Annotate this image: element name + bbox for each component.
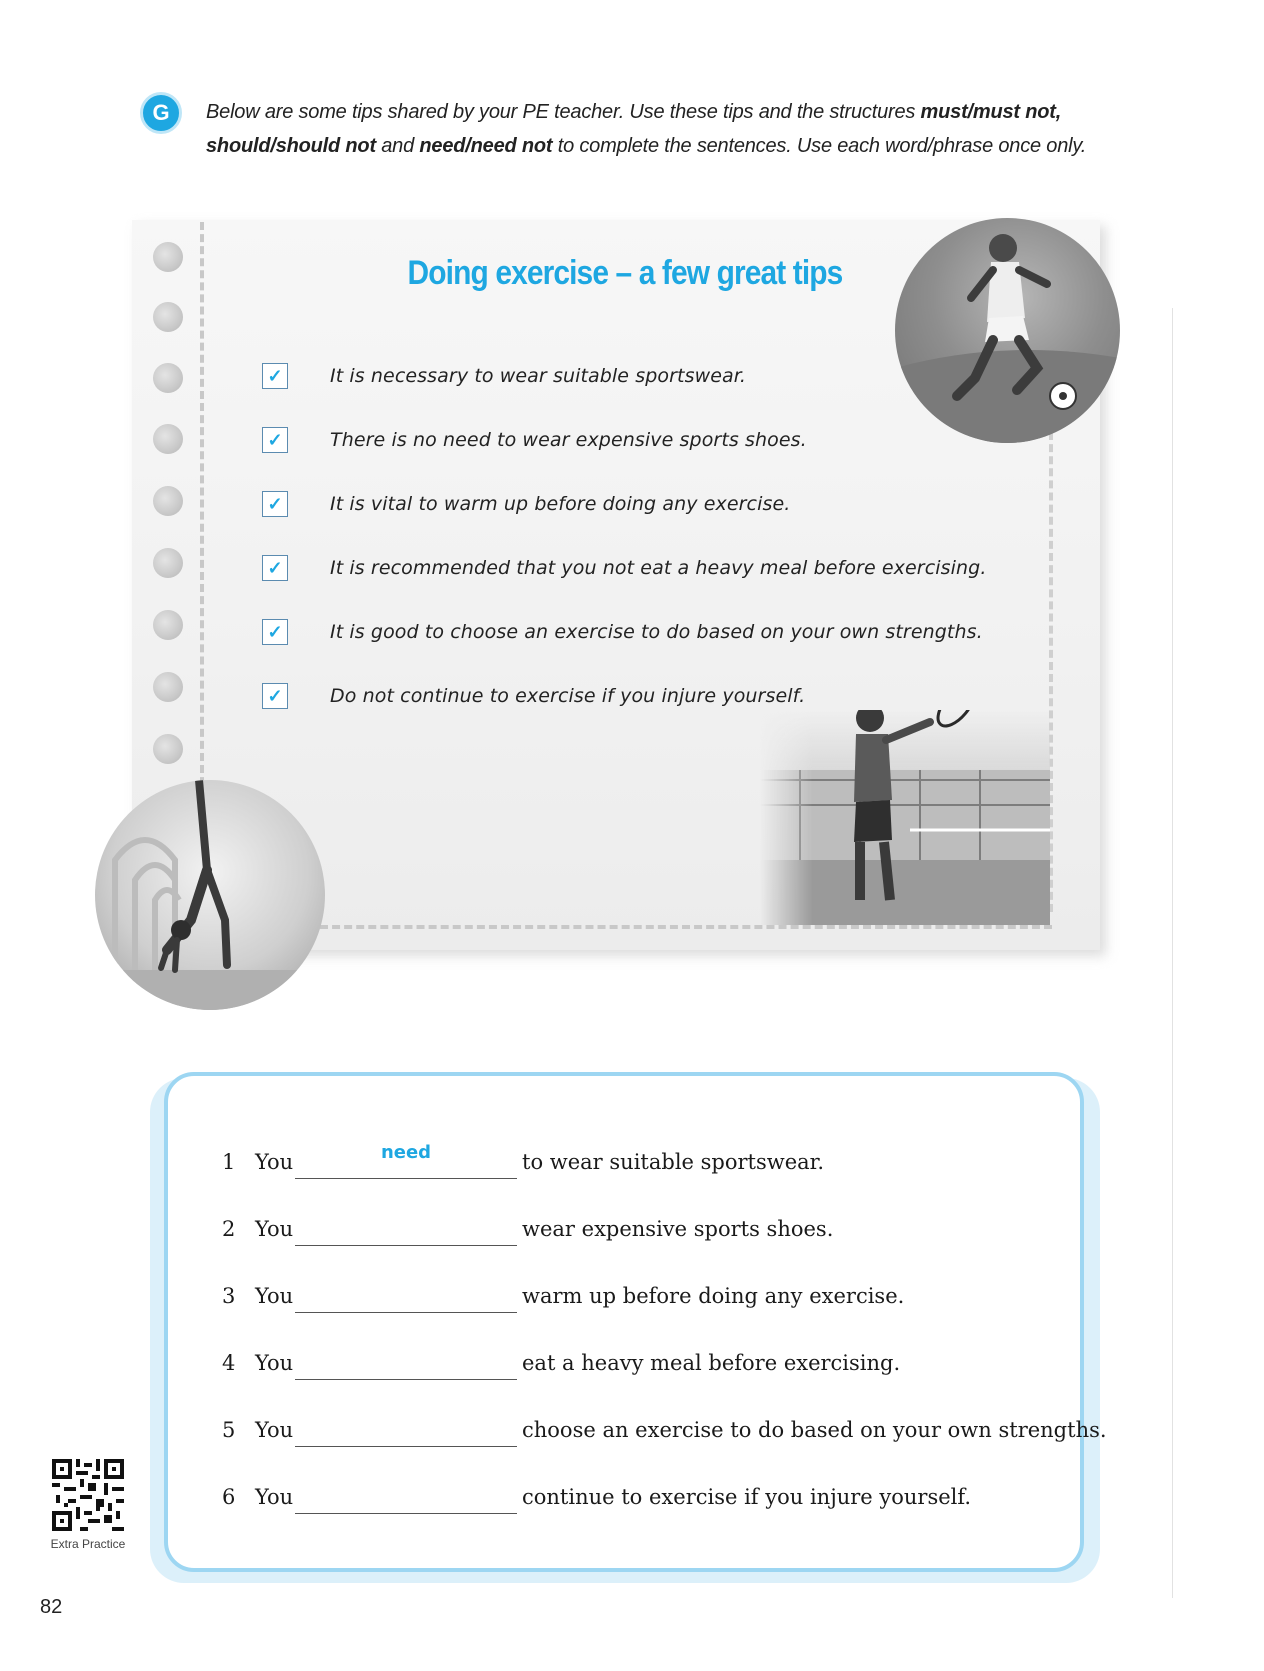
- binder-hole: [153, 424, 183, 454]
- binder-hole: [153, 734, 183, 764]
- sentence-number: 4: [222, 1351, 236, 1375]
- instruction-part: Below are some tips shared by your PE te…: [206, 101, 921, 123]
- sentence-number: 1: [222, 1150, 236, 1174]
- exercise-letter-badge: G: [140, 92, 182, 134]
- sentence-text: warm up before doing any exercise.: [522, 1284, 905, 1308]
- qr-code-icon[interactable]: [52, 1459, 124, 1531]
- qr-code-label: Extra Practice: [50, 1537, 126, 1551]
- sentence-item: 3 You warm up before doing any exercise.: [222, 1276, 1062, 1316]
- sentence-text: wear expensive sports shoes.: [522, 1217, 834, 1241]
- binder-hole: [153, 486, 183, 516]
- tip-text: It is vital to warm up before doing any …: [330, 493, 791, 515]
- tip-text: There is no need to wear expensive sport…: [330, 429, 807, 451]
- sentence-item: 5 You choose an exercise to do based on …: [222, 1410, 1107, 1450]
- answer-blank-line: [295, 1312, 517, 1313]
- sentence-number: 5: [222, 1418, 236, 1442]
- binder-hole: [153, 363, 183, 393]
- sentence-subject: You: [255, 1150, 294, 1174]
- sentence-number: 6: [222, 1485, 236, 1509]
- binder-hole: [153, 302, 183, 332]
- side-rule: [1172, 308, 1173, 1598]
- answer-blank-line: [295, 1379, 517, 1380]
- instruction-part: to complete the sentences. Use each word…: [552, 135, 1087, 157]
- card-bottom-border: [320, 925, 1052, 929]
- sentence-item: 6 You continue to exercise if you injure…: [222, 1477, 1062, 1517]
- sentence-subject: You: [255, 1217, 294, 1241]
- instruction-part: and: [375, 135, 420, 157]
- tip-text: Do not continue to exercise if you injur…: [330, 685, 806, 707]
- answer-blank-line: [295, 1513, 517, 1514]
- sentence-subject: You: [255, 1284, 294, 1308]
- sentence-subject: You: [255, 1485, 294, 1509]
- sentence-item: 1 You need to wear suitable sportswear.: [222, 1142, 1062, 1182]
- instructions-text: Below are some tips shared by your PE te…: [206, 95, 1126, 163]
- tip-item: ✓ It is recommended that you not eat a h…: [262, 554, 986, 582]
- binder-hole: [153, 242, 183, 272]
- binder-hole: [153, 548, 183, 578]
- checkbox-checked-icon: ✓: [262, 427, 288, 453]
- sentence-text: continue to exercise if you injure yours…: [522, 1485, 972, 1509]
- sentence-text: choose an exercise to do based on your o…: [522, 1418, 1107, 1442]
- instruction-keyword: need/need not: [419, 135, 553, 157]
- tennis-player-photo: [760, 710, 1050, 925]
- soccer-player-photo: [895, 218, 1120, 443]
- card-title: Doing exercise – a few great tips: [407, 254, 844, 292]
- sentence-number: 2: [222, 1217, 236, 1241]
- answer-blank-line: [295, 1245, 517, 1246]
- checkbox-checked-icon: ✓: [262, 619, 288, 645]
- sentence-text: eat a heavy meal before exercising.: [522, 1351, 901, 1375]
- instruction-keyword: should/should not: [206, 135, 376, 157]
- sentence-subject: You: [255, 1351, 294, 1375]
- tip-item: ✓ It is vital to warm up before doing an…: [262, 490, 790, 518]
- sentence-number: 3: [222, 1284, 236, 1308]
- tip-item: ✓ There is no need to wear expensive spo…: [262, 426, 807, 454]
- answer-blank-line: [295, 1446, 517, 1447]
- checkbox-checked-icon: ✓: [262, 363, 288, 389]
- checkbox-checked-icon: ✓: [262, 555, 288, 581]
- yoga-pose-photo: [95, 780, 325, 1010]
- page-number: 82: [40, 1596, 63, 1618]
- answer-blank-filled[interactable]: need: [295, 1142, 517, 1163]
- tip-text: It is good to choose an exercise to do b…: [330, 621, 983, 643]
- tip-text: It is recommended that you not eat a hea…: [330, 557, 987, 579]
- tip-item: ✓ Do not continue to exercise if you inj…: [262, 682, 805, 710]
- sentence-text: to wear suitable sportswear.: [522, 1150, 825, 1174]
- binder-hole: [153, 672, 183, 702]
- tip-item: ✓ It is good to choose an exercise to do…: [262, 618, 983, 646]
- binder-hole: [153, 610, 183, 640]
- sentence-item: 2 You wear expensive sports shoes.: [222, 1209, 1062, 1249]
- checkbox-checked-icon: ✓: [262, 683, 288, 709]
- sentence-item: 4 You eat a heavy meal before exercising…: [222, 1343, 1062, 1383]
- sentence-subject: You: [255, 1418, 294, 1442]
- instruction-keyword: must/must not,: [920, 101, 1062, 123]
- answer-blank-line: [295, 1178, 517, 1179]
- checkbox-checked-icon: ✓: [262, 491, 288, 517]
- tip-text: It is necessary to wear suitable sportsw…: [330, 365, 747, 387]
- tip-item: ✓ It is necessary to wear suitable sport…: [262, 362, 746, 390]
